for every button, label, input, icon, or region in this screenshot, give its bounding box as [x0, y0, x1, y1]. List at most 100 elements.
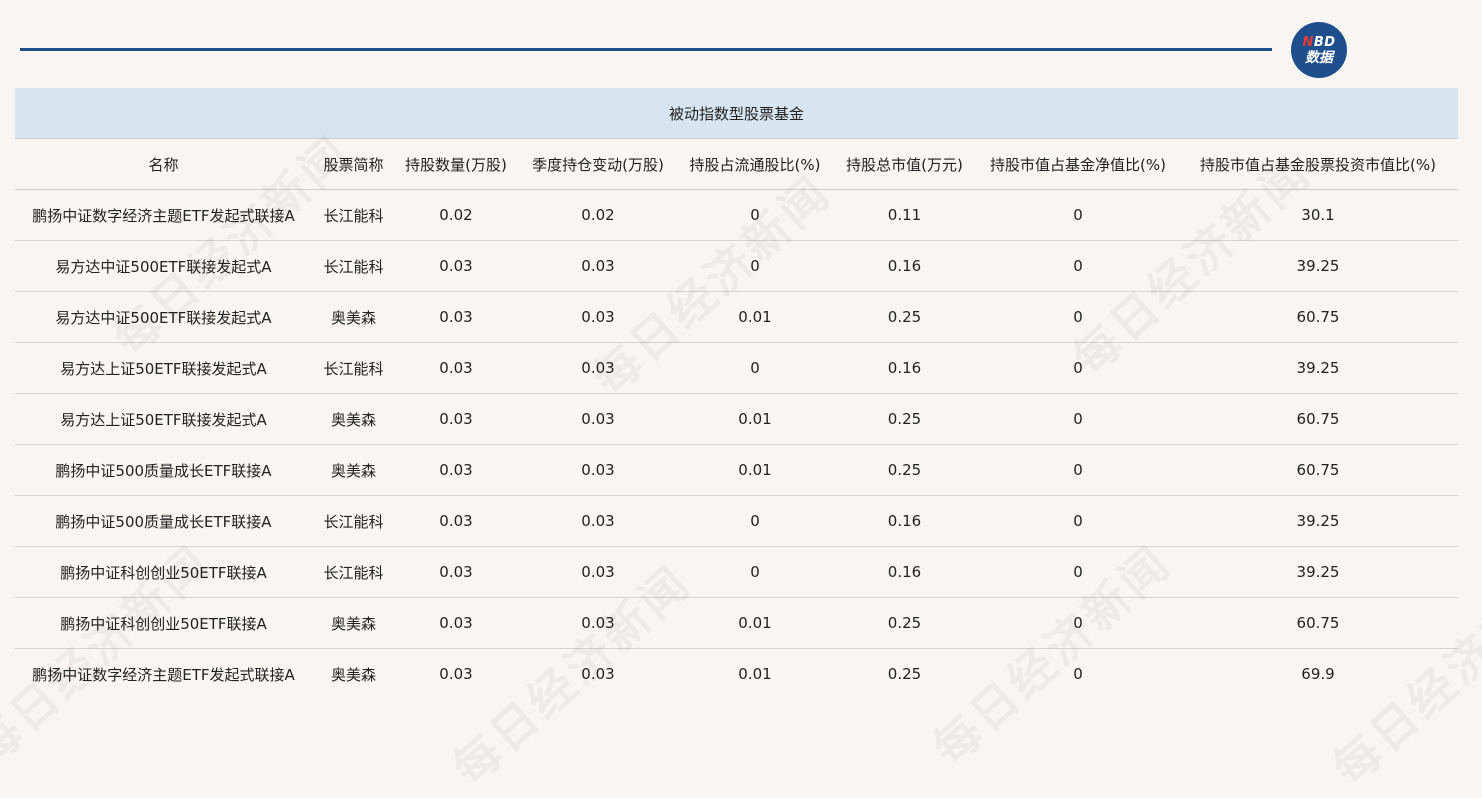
table-cell: 鹏扬中证数字经济主题ETF发起式联接A: [32, 665, 295, 684]
table-cell: 0: [978, 444, 1178, 496]
table-cell: 鹏扬中证科创创业50ETF联接A: [15, 546, 312, 598]
table-cell: 长江能科: [312, 546, 395, 598]
table-title-row: 被动指数型股票基金: [15, 88, 1459, 139]
table-cell: 鹏扬中证数字经济主题ETF发起式联接A: [15, 189, 312, 241]
table-cell: 长江能科: [312, 189, 395, 241]
table-cell: 0.03: [395, 240, 517, 292]
table-cell: 0.03: [517, 546, 679, 598]
table-cell: 0.01: [679, 291, 831, 343]
table-cell: 0.01: [738, 665, 772, 683]
table-row: 鹏扬中证科创创业50ETF联接A 长江能科 0.03 0.03 0 0.16 0 39.25: [15, 546, 1459, 598]
table-cell: 0.25: [831, 444, 978, 496]
table-row: 鹏扬中证500质量成长ETF联接A 长江能科 0.03 0.03 0 0.16 0 39.25: [15, 495, 1459, 547]
table-cell: 0.01: [679, 597, 831, 649]
table-cell: 0.01: [679, 444, 831, 496]
table-cell: 0.03: [581, 665, 615, 683]
table-cell: 0.03: [517, 291, 679, 343]
table-cell: 奥美森: [312, 597, 395, 649]
table-cell: 0.03: [517, 342, 679, 394]
table-cell: 0.03: [395, 546, 517, 598]
column-header-4: 持股占流通股比(%): [679, 138, 831, 190]
table-cell: 0.01: [679, 393, 831, 445]
logo-bd-text: BD: [1313, 34, 1336, 50]
table-cell: 39.25: [1178, 546, 1459, 598]
table-row: 鹏扬中证数字经济主题ETF发起式联接A 奥美森 0.03 0.03 0.01 0.25 0 6…: [15, 649, 1458, 700]
table-cell: 易方达上证50ETF联接发起式A: [15, 342, 312, 394]
table-cell: 0: [978, 189, 1178, 241]
table-cell: 0: [679, 240, 831, 292]
table-cell: 69.9: [1301, 665, 1335, 683]
table-title: 被动指数型股票基金: [15, 88, 1459, 139]
table-cell: 鹏扬中证科创创业50ETF联接A: [15, 597, 312, 649]
table-cell: 0.03: [517, 495, 679, 547]
table-cell: 0: [978, 495, 1178, 547]
table-cell: 0: [978, 597, 1178, 649]
table-row: 易方达上证50ETF联接发起式A 奥美森 0.03 0.03 0.01 0.25 0 60.7…: [15, 393, 1459, 445]
column-header-0: 名称: [15, 138, 312, 190]
column-header-7: 持股市值占基金股票投资市值比(%): [1178, 138, 1459, 190]
table-cell: 0.03: [517, 393, 679, 445]
table-row: 鹏扬中证数字经济主题ETF发起式联接A 长江能科 0.02 0.02 0 0.11 0 30.…: [15, 189, 1459, 241]
table-cell: 0.25: [831, 597, 978, 649]
table-cell: 39.25: [1178, 342, 1459, 394]
column-header-1: 股票简称: [312, 138, 395, 190]
table-row: 鹏扬中证500质量成长ETF联接A 奥美森 0.03 0.03 0.01 0.25 0 60.…: [15, 444, 1459, 496]
table-cell: 0: [978, 393, 1178, 445]
table-cell: 奥美森: [312, 444, 395, 496]
table-cell: 0: [1073, 665, 1083, 683]
table-cell: 0.03: [395, 291, 517, 343]
table-cell: 0.16: [831, 240, 978, 292]
table-cell: 长江能科: [312, 495, 395, 547]
table-row: 鹏扬中证科创创业50ETF联接A 奥美森 0.03 0.03 0.01 0.25 0 60.7…: [15, 597, 1459, 649]
table-cell: 奥美森: [330, 665, 376, 684]
table-cell: 60.75: [1178, 393, 1459, 445]
table-row: 易方达中证500ETF联接发起式A 长江能科 0.03 0.03 0 0.16 0 39.25: [15, 240, 1459, 292]
table-cell: 奥美森: [312, 291, 395, 343]
table-cell: 0.25: [887, 665, 922, 683]
table-cell: 0.25: [831, 393, 978, 445]
table-cell: 0.16: [831, 495, 978, 547]
table-cell: 0.02: [517, 189, 679, 241]
table-cell: 0.03: [395, 597, 517, 649]
table-cell: 易方达上证50ETF联接发起式A: [15, 393, 312, 445]
table-cell: 0: [978, 342, 1178, 394]
table-body: 鹏扬中证数字经济主题ETF发起式联接A 长江能科 0.02 0.02 0 0.11 0 30.…: [15, 189, 1459, 700]
table-cell: 易方达中证500ETF联接发起式A: [15, 291, 312, 343]
table-cell: 39.25: [1178, 495, 1459, 547]
table-cell: 0.16: [831, 342, 978, 394]
table-cell: 0.03: [517, 444, 679, 496]
table-cell: 39.25: [1178, 240, 1459, 292]
column-header-2: 持股数量(万股): [395, 138, 517, 190]
table-cell: 0.02: [395, 189, 517, 241]
table-cell: 60.75: [1178, 597, 1459, 649]
table-cell: 易方达中证500ETF联接发起式A: [15, 240, 312, 292]
table-cell: 0: [978, 291, 1178, 343]
table-cell: 0.03: [517, 597, 679, 649]
column-header-3: 季度持仓变动(万股): [517, 138, 679, 190]
table-cell: 60.75: [1178, 444, 1459, 496]
table-cell: 60.75: [1178, 291, 1459, 343]
table-cell: 0: [679, 342, 831, 394]
table-cell: 0.25: [831, 291, 978, 343]
table-cell: 0: [978, 240, 1178, 292]
table-cell: 长江能科: [312, 342, 395, 394]
table-cell: 0.03: [439, 665, 473, 683]
table-cell: 奥美森: [312, 393, 395, 445]
header-divider-line: [20, 48, 1272, 51]
table-cell: 0: [679, 546, 831, 598]
table-cell: 0.11: [831, 189, 978, 241]
table-cell: 鹏扬中证500质量成长ETF联接A: [15, 495, 312, 547]
table-cell: 0.03: [395, 342, 517, 394]
column-header-5: 持股总市值(万元): [831, 138, 978, 190]
table-cell: 0.03: [395, 444, 517, 496]
table-cell: 长江能科: [312, 240, 395, 292]
table-header-row: 名称 股票简称 持股数量(万股) 季度持仓变动(万股) 持股占流通股比(%) 持股总市值(…: [15, 138, 1459, 190]
fund-holdings-table: 被动指数型股票基金 名称 股票简称 持股数量(万股) 季度持仓变动(万股) 持股占流通股…: [15, 88, 1459, 700]
table-cell: 0: [679, 495, 831, 547]
table-cell: 0: [679, 189, 831, 241]
table-row: 易方达中证500ETF联接发起式A 奥美森 0.03 0.03 0.01 0.25 0 60.…: [15, 291, 1459, 343]
nbd-data-logo: NBD 数据: [1291, 22, 1347, 78]
logo-nbd-text: NBD: [1302, 34, 1336, 50]
table-cell: 0.03: [395, 393, 517, 445]
table-cell: 0.03: [517, 240, 679, 292]
